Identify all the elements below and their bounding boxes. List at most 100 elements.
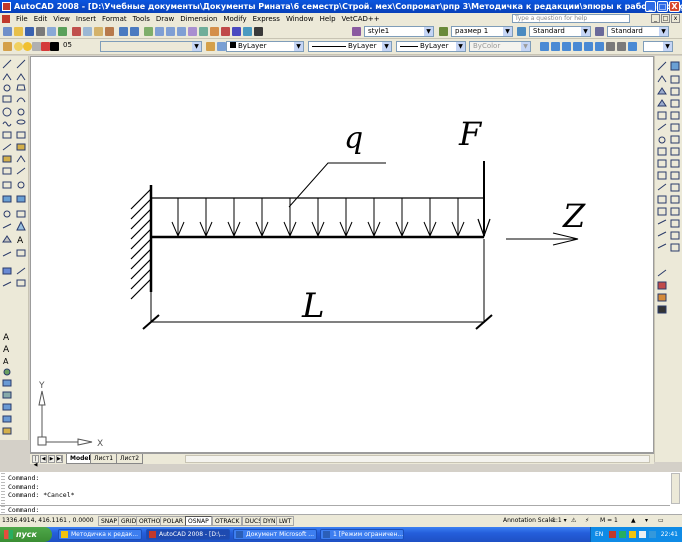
layout-icon-7[interactable] <box>606 42 615 51</box>
layout-icon-3[interactable] <box>562 42 571 51</box>
menu-insert[interactable]: Insert <box>73 15 99 23</box>
undo-icon[interactable] <box>119 27 128 36</box>
cursor-coordinates[interactable]: 1336.4914, 416.1161 , 0.0000 <box>2 517 94 524</box>
close-button[interactable]: X <box>669 1 680 12</box>
first-tab-button[interactable]: |◀ <box>32 455 39 468</box>
dim-style-icon[interactable] <box>439 27 448 36</box>
polar-toggle[interactable]: POLAR <box>160 516 187 526</box>
taskbar-item-autocad[interactable]: AutoCAD 2008 - [D:\... <box>146 529 230 540</box>
document-icon[interactable] <box>2 14 10 23</box>
sheet-set-icon[interactable] <box>221 27 230 36</box>
layout-icon-8[interactable] <box>617 42 626 51</box>
drawing-area[interactable]: q F Z L Y X <box>30 56 654 453</box>
calculator-icon[interactable] <box>243 27 252 36</box>
preview-icon[interactable] <box>47 27 56 36</box>
dim-style-select[interactable]: размер 1 ▼ <box>451 26 513 37</box>
zoom-realtime-icon[interactable] <box>155 27 164 36</box>
color-select[interactable]: ByLayer ▼ <box>226 41 304 52</box>
help-search-input[interactable]: Type a question for help <box>512 14 630 23</box>
extra-select[interactable]: ▼ <box>643 41 673 52</box>
annotation-visibility-icon[interactable]: ⚠ <box>571 517 576 524</box>
taskbar-item-folder[interactable]: Методичка к редак... <box>58 529 142 540</box>
right-tools-icons[interactable] <box>655 56 682 462</box>
volume-icon[interactable] <box>639 531 646 538</box>
layout-icon-9[interactable] <box>628 42 637 51</box>
menu-modify[interactable]: Modify <box>220 15 249 23</box>
menu-view[interactable]: View <box>50 15 73 23</box>
layer-on-icon[interactable] <box>14 42 23 51</box>
doc-minimize-button[interactable]: _ <box>651 14 660 23</box>
text-style-select[interactable]: style1 ▼ <box>364 26 434 37</box>
doc-restore-button[interactable]: □ <box>661 14 670 23</box>
lock-icon[interactable] <box>32 42 41 51</box>
clock[interactable]: 22:41 <box>661 527 678 542</box>
table-style-select[interactable]: Standard ▼ <box>529 26 591 37</box>
osnap-toggle[interactable]: OSNAP <box>185 516 212 526</box>
layout-icon-2[interactable] <box>551 42 560 51</box>
publish-icon[interactable] <box>58 27 67 36</box>
lock-icon[interactable]: ▲ <box>631 517 636 524</box>
tray-icon-1[interactable] <box>609 531 616 538</box>
design-center-icon[interactable] <box>199 27 208 36</box>
horizontal-scrollbar[interactable] <box>185 455 650 463</box>
annotation-scale-select[interactable]: 1:1 ▾ <box>552 517 567 524</box>
lwt-toggle[interactable]: LWT <box>276 516 295 526</box>
markup-icon[interactable] <box>232 27 241 36</box>
match-properties-icon[interactable] <box>105 27 114 36</box>
taskbar-item-document[interactable]: 1 [Режим ограничен... <box>320 529 404 540</box>
linetype-select[interactable]: ByLayer ▼ <box>308 41 392 52</box>
open-icon[interactable] <box>14 27 23 36</box>
model-scale-label[interactable]: M = 1 <box>600 517 618 524</box>
sun-icon[interactable] <box>23 42 32 51</box>
layer-select-frame[interactable]: ▼ <box>100 41 202 52</box>
table-style-icon[interactable] <box>517 27 526 36</box>
layout-icon-5[interactable] <box>584 42 593 51</box>
tab-sheet1[interactable]: Лист1 <box>90 454 118 464</box>
annotation-autoscale-icon[interactable]: ⚡ <box>585 517 589 524</box>
zoom-window-icon[interactable] <box>166 27 175 36</box>
prev-tab-button[interactable]: ◀ <box>40 455 47 463</box>
snap-toggle[interactable]: SNAP <box>98 516 121 526</box>
save-icon[interactable] <box>25 27 34 36</box>
make-current-layer-icon[interactable] <box>206 42 215 51</box>
window-titlebar[interactable]: AutoCAD 2008 - [D:\Учебные документы\Док… <box>0 0 682 13</box>
minimize-button[interactable]: _ <box>645 1 656 12</box>
network-icon[interactable] <box>649 531 656 538</box>
cut-icon[interactable] <box>72 27 81 36</box>
language-indicator[interactable]: EN <box>595 527 603 542</box>
menu-edit[interactable]: Edit <box>31 15 51 23</box>
pan-icon[interactable] <box>144 27 153 36</box>
tab-sheet2[interactable]: Лист2 <box>116 454 144 464</box>
tool-palettes-icon[interactable] <box>210 27 219 36</box>
menu-help[interactable]: Help <box>317 15 339 23</box>
taskbar-item-word[interactable]: Документ Microsoft ... <box>233 529 317 540</box>
menu-dimension[interactable]: Dimension <box>177 15 220 23</box>
clean-screen-icon[interactable]: ▭ <box>658 517 664 524</box>
menu-window[interactable]: Window <box>283 15 317 23</box>
start-button[interactable]: пуск <box>0 527 52 542</box>
next-tab-button[interactable]: ▶ <box>48 455 55 463</box>
help-icon[interactable] <box>254 27 263 36</box>
redo-icon[interactable] <box>130 27 139 36</box>
plot-icon[interactable] <box>41 42 50 51</box>
new-icon[interactable] <box>3 27 12 36</box>
menu-express[interactable]: Express <box>250 15 283 23</box>
menu-file[interactable]: File <box>13 15 31 23</box>
properties-icon[interactable] <box>188 27 197 36</box>
status-menu-icon[interactable]: ▾ <box>645 517 648 524</box>
draw-tools-icons[interactable]: A A A A <box>0 56 29 440</box>
layout-icon-6[interactable] <box>595 42 604 51</box>
mleader-style-icon[interactable] <box>595 27 604 36</box>
layout-icon-4[interactable] <box>573 42 582 51</box>
tray-icon-2[interactable] <box>619 531 626 538</box>
print-icon[interactable] <box>36 27 45 36</box>
doc-close-button[interactable]: x <box>671 14 680 23</box>
menu-tools[interactable]: Tools <box>130 15 153 23</box>
mleader-style-select[interactable]: Standard ▼ <box>607 26 669 37</box>
lineweight-select[interactable]: ByLayer ▼ <box>396 41 466 52</box>
menu-format[interactable]: Format <box>99 15 130 23</box>
tray-icon-3[interactable] <box>629 531 636 538</box>
layer-manager-icon[interactable] <box>3 42 12 51</box>
zoom-previous-icon[interactable] <box>177 27 186 36</box>
paste-icon[interactable] <box>94 27 103 36</box>
